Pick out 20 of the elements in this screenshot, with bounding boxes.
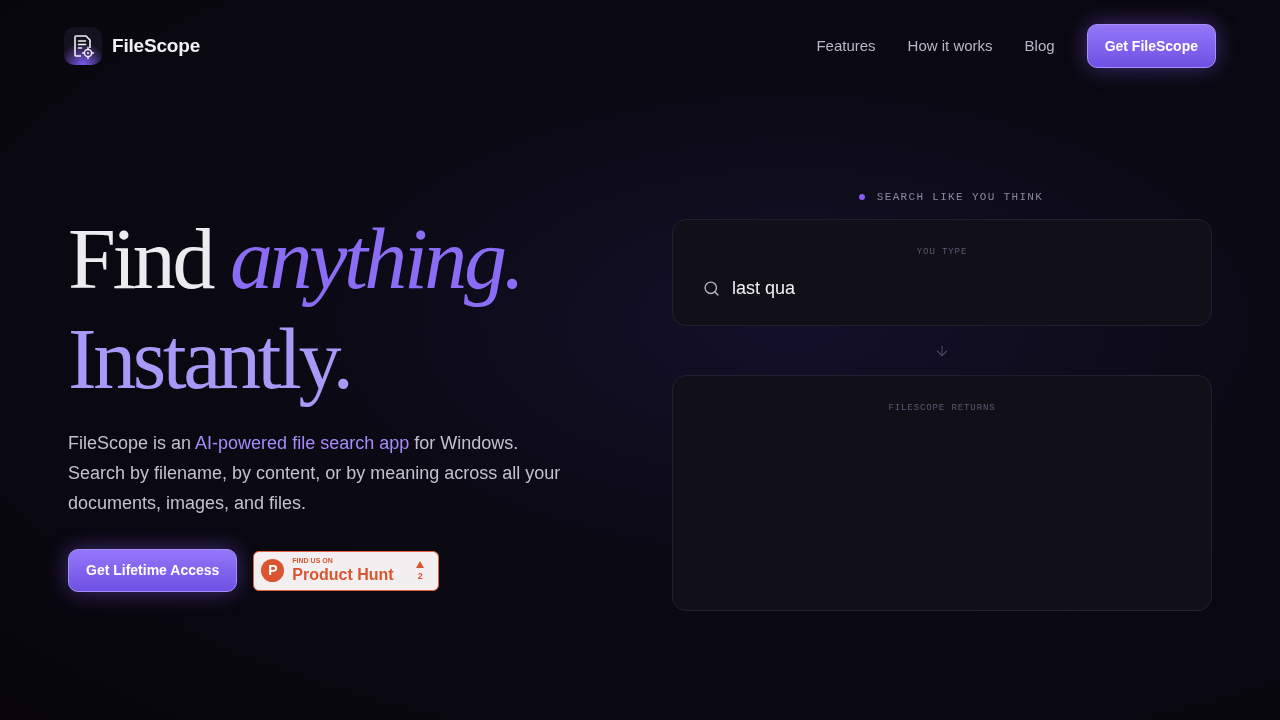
nav-link[interactable]: How it works — [907, 34, 993, 58]
product-hunt-logo: P — [261, 559, 285, 582]
brand-name: FileScope — [112, 33, 201, 58]
card-label: YOU TYPE — [916, 246, 968, 259]
upvote-triangle-icon — [416, 560, 425, 568]
badge-title: Product Hunt — [292, 565, 394, 584]
search-icon — [703, 279, 720, 297]
typed-query: last qua — [732, 276, 796, 300]
nav-link[interactable]: Blog — [1024, 34, 1055, 58]
status-dot-icon — [858, 194, 865, 200]
card-label: FILESCOPE RETURNS — [888, 402, 996, 415]
arrow-down-icon — [934, 343, 950, 359]
hero-description: FileScope is an AI-powered file search app for Windows. Search by filename, by content, or by meaning across all your documents, images, and files. — [68, 432, 562, 515]
get-app-button[interactable]: Get FileScope — [1086, 24, 1216, 68]
hero-heading: Find anything. Instantly. — [68, 210, 523, 409]
lifetime-access-button[interactable]: Get Lifetime Access — [68, 549, 238, 592]
vote-count: 2 — [417, 570, 423, 581]
demo-eyebrow: SEARCH LIKE YOU THINK — [876, 189, 1044, 205]
nav-link[interactable]: Features — [816, 34, 876, 58]
document-gear-icon — [64, 27, 102, 65]
